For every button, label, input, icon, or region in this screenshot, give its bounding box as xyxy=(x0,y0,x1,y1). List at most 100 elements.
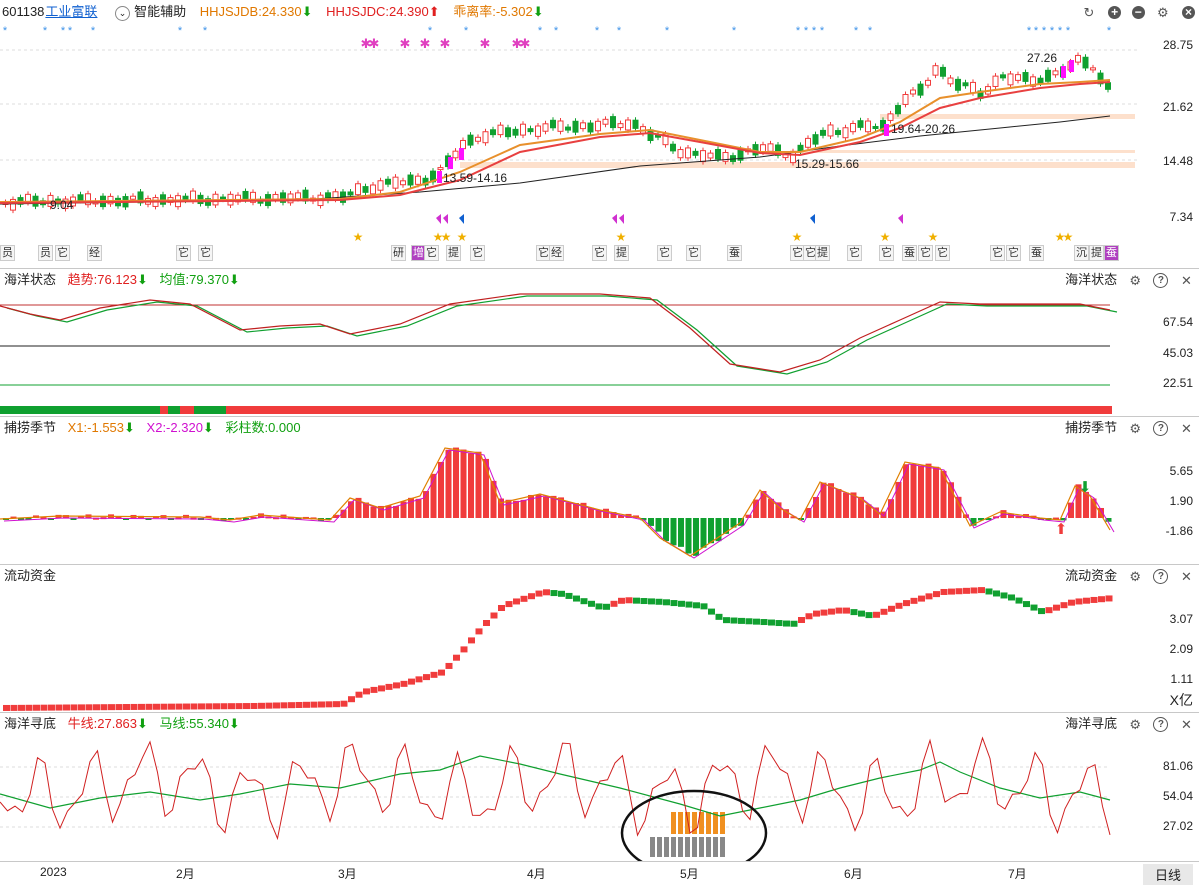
up-arrow-signal: ⬆ xyxy=(1055,521,1068,538)
zoom-in-icon[interactable]: + xyxy=(1108,6,1122,20)
liquidity-panel[interactable]: 流动资金 流动资金 ⚙ ? ✕ 3.07 2.09 1.11 X亿 xyxy=(0,564,1199,713)
event-label[interactable]: 它 xyxy=(990,245,1005,261)
smart-assist-label[interactable]: 智能辅助 xyxy=(134,4,186,19)
candle-body xyxy=(1052,70,1059,76)
gold-star-signal: ★ xyxy=(353,230,364,244)
event-label[interactable]: 它 xyxy=(55,245,70,261)
event-label[interactable]: 它 xyxy=(657,245,672,261)
candle-body xyxy=(602,118,609,125)
gear-icon[interactable]: ⚙ xyxy=(1154,4,1171,21)
liquidity-chart[interactable] xyxy=(0,564,1199,712)
gear-icon[interactable]: ⚙ xyxy=(1127,716,1144,733)
event-label[interactable]: 它 xyxy=(686,245,701,261)
event-label[interactable]: 提 xyxy=(1089,245,1104,261)
gray-bar xyxy=(657,837,662,857)
close-icon[interactable]: × xyxy=(1182,6,1195,20)
close-icon[interactable]: ✕ xyxy=(1178,716,1195,733)
gray-bar xyxy=(699,837,704,857)
candle-body xyxy=(415,175,421,185)
smart-assist-icon[interactable]: ⌄ xyxy=(115,6,131,21)
gear-icon[interactable]: ⚙ xyxy=(1127,568,1144,585)
candle-body xyxy=(392,176,399,189)
y-tick-2: -1.86 xyxy=(1165,524,1193,538)
event-label[interactable]: 它 xyxy=(424,245,439,261)
candle-body xyxy=(955,78,961,91)
event-label[interactable]: 蚕 xyxy=(727,245,742,261)
candle-body xyxy=(707,152,714,159)
event-label[interactable]: 蚕 xyxy=(1029,245,1044,261)
gold-star-signal: ★ xyxy=(457,230,468,244)
annotation-range-1: 19.64-20.26 xyxy=(891,122,956,136)
event-label[interactable]: 它 xyxy=(198,245,213,261)
event-label[interactable]: 提 xyxy=(614,245,629,261)
liquidity-block xyxy=(565,592,573,599)
liquidity-block xyxy=(768,619,775,626)
candle-body xyxy=(1045,69,1051,82)
help-icon[interactable]: ? xyxy=(1153,717,1169,733)
season-bar xyxy=(513,500,519,518)
gray-bar xyxy=(650,837,655,857)
ocean-bottom-panel[interactable]: 海洋寻底 牛线:27.863⬇ 马线:55.340⬇ 海洋寻底 ⚙ ? ✕ 81… xyxy=(0,712,1199,861)
event-label[interactable]: 蚕 xyxy=(1104,245,1119,261)
liquidity-block xyxy=(775,620,783,627)
magenta-star-signal: ✱ xyxy=(520,36,531,51)
ma-line-red xyxy=(0,81,1111,204)
event-label[interactable]: 它 xyxy=(592,245,607,261)
event-label[interactable]: 它 xyxy=(1006,245,1021,261)
status-strip-green xyxy=(168,406,180,414)
help-icon[interactable]: ? xyxy=(1153,421,1169,437)
event-label[interactable]: 它 xyxy=(918,245,933,261)
stock-name[interactable]: 工业富联 xyxy=(45,4,97,19)
liquidity-block xyxy=(865,612,873,619)
status-strip-red xyxy=(180,406,194,414)
liquidity-block xyxy=(685,601,693,608)
candle-body xyxy=(992,75,999,87)
event-label[interactable]: 它 xyxy=(470,245,485,261)
gear-icon[interactable]: ⚙ xyxy=(1127,272,1144,289)
event-label[interactable]: 研 xyxy=(391,245,406,261)
refresh-icon[interactable]: ↻ xyxy=(1081,4,1098,21)
liquidity-block xyxy=(138,703,145,710)
candle-body xyxy=(797,144,804,152)
liquidity-block xyxy=(498,605,505,611)
candle-body xyxy=(865,120,871,133)
event-label[interactable]: 蚕 xyxy=(902,245,917,261)
gear-icon[interactable]: ⚙ xyxy=(1127,420,1144,437)
event-label[interactable]: 它 xyxy=(176,245,191,261)
season-bar xyxy=(520,499,527,518)
help-icon[interactable]: ? xyxy=(1153,569,1169,585)
event-label[interactable]: 它 xyxy=(879,245,894,261)
zoom-out-icon[interactable]: − xyxy=(1131,6,1145,20)
candle-body xyxy=(1007,73,1014,86)
event-label[interactable]: 沉 xyxy=(1074,245,1089,261)
fishing-season-panel[interactable]: 捕捞季节 X1:-1.553⬇ X2:-2.320⬇ 彩柱数:0.000 捕捞季… xyxy=(0,416,1199,565)
liquidity-block xyxy=(558,590,565,597)
price-chart[interactable]: * * * * * * * * * * * * * * * * * * * * * * * * * * * *✱✱ ✱ ✱ ✱ ✱ ✱✱★ ★★ ★… xyxy=(0,0,1199,268)
candle-body xyxy=(685,147,691,159)
help-icon[interactable]: ? xyxy=(1153,273,1169,289)
blue-star-signal: * xyxy=(464,25,469,37)
ocean-state-panel[interactable]: 海洋状态 趋势:76.123⬇ 均值:79.370⬇ 海洋状态 ⚙ ? ✕ 67… xyxy=(0,268,1199,417)
event-label[interactable]: 员 xyxy=(38,245,53,261)
candle-body xyxy=(947,77,954,85)
event-label[interactable]: 它 xyxy=(847,245,862,261)
event-label[interactable]: 提 xyxy=(815,245,830,261)
close-icon[interactable]: ✕ xyxy=(1178,568,1195,585)
blue-star-signal: * xyxy=(796,25,801,37)
liquidity-block xyxy=(85,704,93,711)
flag-marker xyxy=(619,214,624,224)
liquidity-block xyxy=(55,704,63,711)
event-label[interactable]: 经 xyxy=(549,245,564,261)
close-icon[interactable]: ✕ xyxy=(1178,272,1195,289)
event-label[interactable]: 经 xyxy=(87,245,102,261)
event-label[interactable]: 提 xyxy=(446,245,461,261)
event-label[interactable]: 它 xyxy=(935,245,950,261)
close-icon[interactable]: ✕ xyxy=(1178,420,1195,437)
main-chart-panel[interactable]: 601138工业富联 ⌄ 智能辅助 HHJSJDB:24.330⬇ HHJSJDC… xyxy=(0,0,1199,269)
candle-body xyxy=(625,119,631,131)
liquidity-block xyxy=(730,617,738,624)
event-label[interactable]: 员 xyxy=(0,245,15,261)
blue-star-signal: * xyxy=(3,25,8,37)
liquidity-block xyxy=(243,703,250,710)
candle-body xyxy=(550,119,556,129)
